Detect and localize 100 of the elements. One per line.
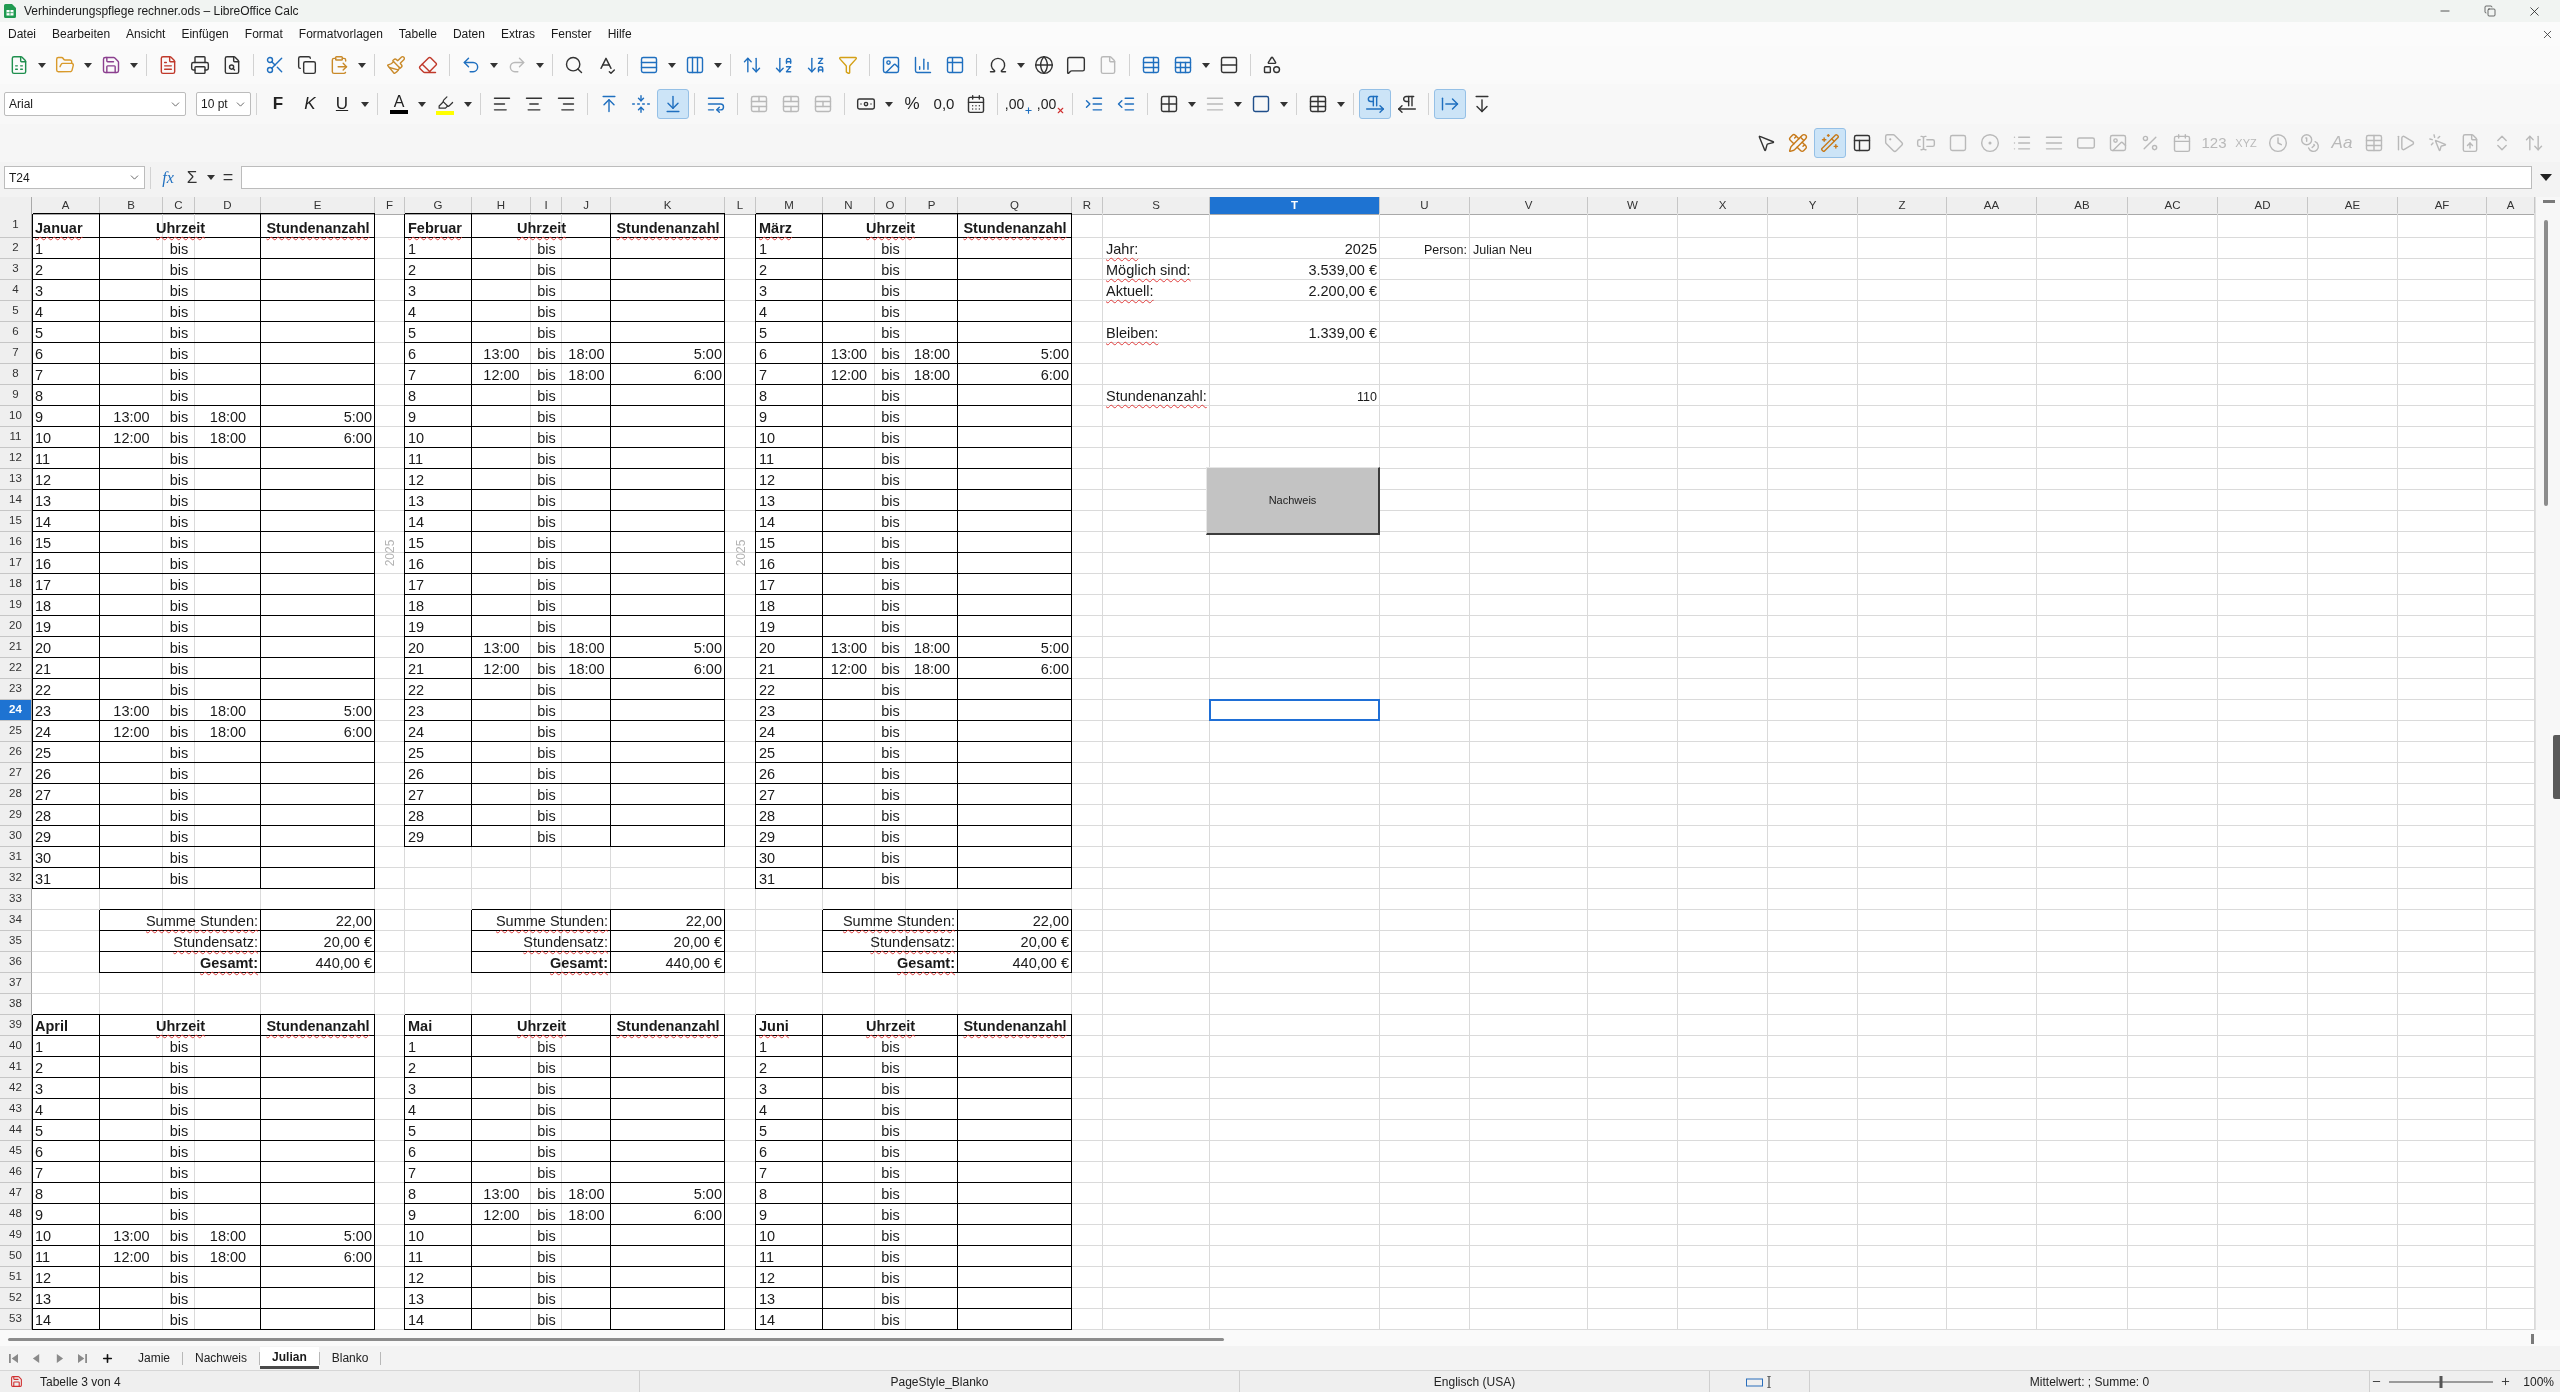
formula-button[interactable]: = <box>218 165 238 190</box>
column-header[interactable]: AE <box>2308 197 2398 216</box>
row-header[interactable]: 28 <box>0 784 32 805</box>
row-header[interactable]: 17 <box>0 553 32 574</box>
next-sheet-icon[interactable] <box>55 1353 64 1363</box>
zoom-level[interactable]: 100% <box>2523 1372 2554 1391</box>
row-header[interactable]: 51 <box>0 1267 32 1288</box>
caret-icon[interactable] <box>207 175 215 180</box>
menu-item[interactable]: Bearbeiten <box>44 23 119 45</box>
row-header[interactable]: 53 <box>0 1309 32 1330</box>
caret-icon[interactable] <box>1280 101 1288 107</box>
row-header[interactable]: 34 <box>0 910 32 931</box>
row-header[interactable]: 18 <box>0 574 32 595</box>
last-sheet-icon[interactable] <box>78 1353 87 1363</box>
delete-decimal-button[interactable]: ,00 <box>1035 89 1067 119</box>
row-header[interactable]: 19 <box>0 595 32 616</box>
row-header[interactable]: 16 <box>0 532 32 553</box>
menu-item[interactable]: Datei <box>0 23 44 45</box>
caret-icon[interactable] <box>1017 62 1025 68</box>
row-header[interactable]: 31 <box>0 847 32 868</box>
font-name-field[interactable]: Arial <box>4 92 186 116</box>
row-header[interactable]: 4 <box>0 280 32 301</box>
column-header[interactable]: AB <box>2037 197 2128 216</box>
column-header[interactable]: V <box>1470 197 1588 216</box>
split-handle[interactable] <box>2531 1334 2534 1344</box>
menu-item[interactable]: Format <box>236 23 291 45</box>
row-header[interactable]: 29 <box>0 805 32 826</box>
row-header[interactable]: 43 <box>0 1099 32 1120</box>
row-header[interactable]: 22 <box>0 658 32 679</box>
caret-icon[interactable] <box>464 101 472 107</box>
menu-item[interactable]: Hilfe <box>599 23 640 45</box>
row-header[interactable]: 2 <box>0 238 32 259</box>
sheet-tab[interactable]: Jamie <box>126 1347 182 1369</box>
caret-icon[interactable] <box>361 101 369 107</box>
column-header[interactable]: AA <box>1947 197 2037 216</box>
caret-icon[interactable] <box>358 62 366 68</box>
row-header[interactable]: 13 <box>0 469 32 490</box>
slider-thumb[interactable] <box>2439 1375 2443 1388</box>
row-header[interactable]: 26 <box>0 742 32 763</box>
row-header[interactable]: 41 <box>0 1057 32 1078</box>
row-header[interactable]: 21 <box>0 637 32 658</box>
caret-icon[interactable] <box>1337 101 1345 107</box>
column-header[interactable]: AF <box>2398 197 2487 216</box>
caret-icon[interactable] <box>130 62 138 68</box>
menu-item[interactable]: Einfügen <box>173 23 237 45</box>
column-header[interactable]: Z <box>1858 197 1947 216</box>
row-header[interactable]: 25 <box>0 721 32 742</box>
function-wizard-button[interactable]: fx <box>156 165 180 190</box>
left-to-right-button[interactable] <box>1359 89 1391 119</box>
caret-icon[interactable] <box>490 62 498 68</box>
scrollbar-thumb[interactable] <box>2544 220 2548 506</box>
menu-item[interactable]: Tabelle <box>390 23 445 45</box>
sidebar-toggle[interactable] <box>2553 735 2560 799</box>
row-header[interactable]: 5 <box>0 301 32 322</box>
previous-sheet-icon[interactable] <box>32 1353 41 1363</box>
row-header[interactable]: 33 <box>0 889 32 910</box>
add-decimal-button[interactable]: ,00 <box>1003 89 1035 119</box>
underline-button[interactable]: U <box>326 89 358 119</box>
sum-button[interactable]: Σ <box>180 165 204 190</box>
row-header[interactable]: 3 <box>0 259 32 280</box>
menu-item[interactable]: Extras <box>492 23 543 45</box>
row-header[interactable]: 7 <box>0 343 32 364</box>
row-header[interactable]: 6 <box>0 322 32 343</box>
menu-item[interactable]: Formatvorlagen <box>290 23 391 45</box>
caret-icon[interactable] <box>668 62 676 68</box>
row-header[interactable]: 46 <box>0 1162 32 1183</box>
row-header[interactable]: 12 <box>0 448 32 469</box>
sheet-tab[interactable]: Julian <box>260 1347 319 1369</box>
form-button[interactable]: Nachweis <box>1206 467 1380 535</box>
bold-button[interactable]: F <box>262 89 294 119</box>
scrollbar-thumb[interactable] <box>8 1338 1224 1341</box>
row-header[interactable]: 36 <box>0 952 32 973</box>
first-sheet-icon[interactable] <box>9 1353 18 1363</box>
column-header[interactable]: AD <box>2218 197 2308 216</box>
caret-icon[interactable] <box>84 62 92 68</box>
formula-input[interactable] <box>241 166 2532 189</box>
row-header[interactable]: 20 <box>0 616 32 637</box>
row-header[interactable]: 39 <box>0 1015 32 1036</box>
menu-item[interactable]: Fenster <box>542 23 600 45</box>
sheet-tab[interactable]: Blanko <box>319 1347 381 1369</box>
row-header[interactable]: 14 <box>0 490 32 511</box>
row-header[interactable]: 45 <box>0 1141 32 1162</box>
row-header[interactable]: 52 <box>0 1288 32 1309</box>
row-header[interactable]: 10 <box>0 406 32 427</box>
row-header[interactable]: 15 <box>0 511 32 532</box>
row-header[interactable]: 44 <box>0 1120 32 1141</box>
selection-mode-icon[interactable] <box>1745 1375 1774 1388</box>
caret-icon[interactable] <box>536 62 544 68</box>
italic-button[interactable]: K <box>294 89 326 119</box>
percent-button[interactable]: % <box>896 89 928 119</box>
name-box[interactable]: T24 <box>4 166 145 189</box>
row-header[interactable]: 32 <box>0 868 32 889</box>
column-header[interactable]: AC <box>2128 197 2218 216</box>
caret-icon[interactable] <box>885 101 893 107</box>
column-header[interactable]: A <box>2487 197 2535 216</box>
row-header[interactable]: 47 <box>0 1183 32 1204</box>
column-header[interactable]: S <box>1103 197 1210 216</box>
column-header[interactable]: U <box>1380 197 1470 216</box>
column-header[interactable]: R <box>1072 197 1103 216</box>
caret-icon[interactable] <box>1234 101 1242 107</box>
